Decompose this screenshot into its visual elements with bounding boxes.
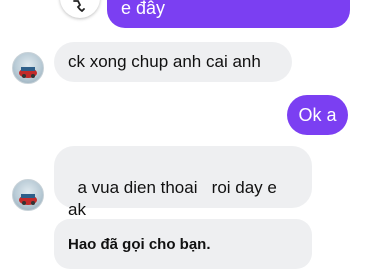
message-text: a vua dien thoai roi day e ak bbox=[68, 178, 277, 219]
avatar-image-icon bbox=[19, 194, 37, 205]
contact-avatar[interactable] bbox=[12, 52, 44, 84]
phone-icon bbox=[73, 0, 85, 12]
message-text: e đây bbox=[121, 0, 166, 18]
message-text: Ok a bbox=[298, 105, 337, 125]
outgoing-message-bubble[interactable]: Ok a bbox=[287, 95, 348, 135]
outgoing-message-bubble[interactable]: e đây bbox=[107, 0, 350, 28]
message-text: ck xong chup anh cai anh bbox=[68, 52, 261, 71]
call-action-button[interactable] bbox=[60, 0, 100, 18]
call-notification-text: Hao đã gọi cho bạn. bbox=[68, 236, 211, 253]
incoming-message-bubble[interactable]: a vua dien thoai roi day e ak bbox=[54, 146, 312, 219]
avatar-image-icon bbox=[19, 67, 37, 78]
contact-avatar[interactable] bbox=[12, 179, 44, 211]
call-notification-bubble[interactable]: Hao đã gọi cho bạn. bbox=[54, 219, 312, 269]
incoming-message-bubble[interactable]: ck xong chup anh cai anh bbox=[54, 42, 292, 82]
